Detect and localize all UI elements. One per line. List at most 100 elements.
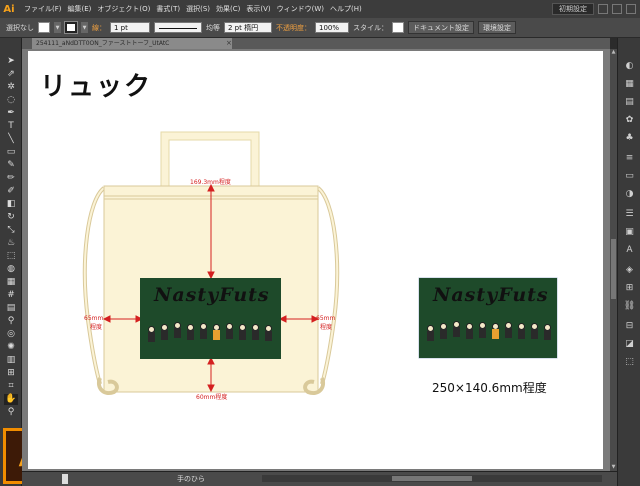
- stroke-swatch[interactable]: [64, 21, 78, 34]
- perspective-grid-icon[interactable]: ▦: [4, 277, 18, 288]
- brushes-panel-icon[interactable]: ✿: [623, 114, 636, 126]
- close-icon[interactable]: ×: [226, 39, 234, 47]
- dimension-right-suffix: 程度: [320, 324, 333, 331]
- control-bar: 選択なし ▼ ▼ 線： 1 pt 均等 2 pt 楕円 不透明度： 100% ス…: [0, 18, 640, 38]
- menu-edit[interactable]: 編集(E): [68, 4, 92, 14]
- print-size-caption: 250×140.6mm程度: [432, 381, 547, 395]
- close-button[interactable]: [626, 4, 636, 14]
- selection-status: 選択なし: [6, 23, 34, 32]
- opacity-label[interactable]: 不透明度：: [276, 23, 311, 33]
- character-figure: [226, 323, 233, 339]
- free-transform-icon[interactable]: ⬚: [4, 251, 18, 262]
- pathfinder-panel-icon[interactable]: ◪: [623, 338, 636, 350]
- slice-tool-icon[interactable]: ⌗: [4, 381, 18, 392]
- transform-panel-icon[interactable]: ⬚: [623, 356, 636, 368]
- maximize-button[interactable]: [612, 4, 622, 14]
- character-figure: [440, 323, 447, 339]
- stroke-label[interactable]: 線：: [92, 23, 106, 33]
- variable-width-profile[interactable]: [154, 22, 202, 33]
- warp-icon[interactable]: ♨: [4, 238, 18, 249]
- minimize-button[interactable]: [598, 4, 608, 14]
- paintbrush-icon[interactable]: ✎: [4, 160, 18, 171]
- transparency-panel-icon[interactable]: ◑: [623, 188, 636, 200]
- artboards-panel-icon[interactable]: ⊞: [623, 282, 636, 294]
- artboard[interactable]: [28, 51, 603, 469]
- document-tab[interactable]: 254111_aNdDTT0ON_ファーストトーフ_UtAtC: [32, 38, 232, 49]
- preferences-button[interactable]: 環境設定: [478, 21, 516, 34]
- zoom-tool-icon[interactable]: ⚲: [4, 407, 18, 418]
- graph-tool-icon[interactable]: ▥: [4, 355, 18, 366]
- character-figure: [174, 322, 181, 338]
- graphic-styles-icon[interactable]: ▣: [623, 226, 636, 238]
- current-tool-status: 手のひら: [177, 475, 205, 483]
- rotate-icon[interactable]: ↻: [4, 212, 18, 223]
- align-panel-icon[interactable]: ⊟: [623, 320, 636, 332]
- color-guide-icon[interactable]: ▦: [623, 78, 636, 90]
- scroll-up-icon[interactable]: ▲: [610, 49, 617, 56]
- selection-tool-icon[interactable]: ➤: [4, 56, 18, 67]
- chevron-down-icon[interactable]: ▼: [81, 22, 88, 33]
- character-figure: [213, 324, 220, 340]
- horizontal-scrollbar[interactable]: [262, 475, 602, 482]
- type-tool-icon[interactable]: T: [4, 121, 18, 132]
- blend-icon[interactable]: ◎: [4, 329, 18, 340]
- lasso-icon[interactable]: ◌: [4, 95, 18, 106]
- pen-tool-icon[interactable]: ✒: [4, 108, 18, 119]
- vertical-scrollbar[interactable]: ▲ ▼: [610, 49, 617, 471]
- gradient-icon[interactable]: ▤: [4, 303, 18, 314]
- menu-bar: Ai ファイル(F) 編集(E) オブジェクト(O) 書式(T) 選択(S) 効…: [0, 0, 640, 18]
- menu-type[interactable]: 書式(T): [156, 4, 180, 14]
- artwork-title: リュック: [40, 72, 153, 102]
- swatches-panel-icon[interactable]: ▤: [623, 96, 636, 108]
- line-tool-icon[interactable]: ╲: [4, 134, 18, 145]
- scale-icon[interactable]: ⤡: [4, 225, 18, 236]
- stroke-panel-icon[interactable]: ≡: [623, 152, 636, 164]
- direct-selection-tool-icon[interactable]: ⇗: [4, 69, 18, 80]
- stroke-weight-input[interactable]: 1 pt: [110, 22, 150, 33]
- document-setup-button[interactable]: ドキュメント設定: [408, 21, 474, 34]
- tools-panel: ➤ ⇗ ✲ ◌ ✒ T ╲ ▭ ✎ ✏ ✐ ◧ ↻ ⤡ ♨ ⬚ ◍ ▦ # ▤ …: [0, 38, 22, 486]
- shape-builder-icon[interactable]: ◍: [4, 264, 18, 275]
- rectangle-tool-icon[interactable]: ▭: [4, 147, 18, 158]
- character-figure: [239, 324, 246, 340]
- profile-label: 均等: [206, 23, 220, 32]
- status-bar: 手のひら: [22, 471, 617, 486]
- magic-wand-icon[interactable]: ✲: [4, 82, 18, 93]
- graphic-style-swatch[interactable]: [392, 22, 404, 33]
- character-figure: [161, 324, 168, 340]
- fill-swatch[interactable]: [38, 22, 50, 33]
- scrollbar-thumb[interactable]: [611, 239, 616, 299]
- zoom-level[interactable]: [62, 474, 68, 484]
- brush-definition[interactable]: 2 pt 楕円: [224, 22, 272, 33]
- links-panel-icon[interactable]: ⛓: [623, 300, 636, 312]
- menu-help[interactable]: ヘルプ(H): [330, 4, 362, 14]
- opacity-input[interactable]: 100%: [315, 22, 349, 33]
- mesh-icon[interactable]: #: [4, 290, 18, 301]
- color-panel-icon[interactable]: ◐: [623, 60, 636, 72]
- menu-select[interactable]: 選択(S): [186, 4, 210, 14]
- scroll-down-icon[interactable]: ▼: [610, 464, 617, 471]
- symbols-panel-icon[interactable]: ♣: [623, 132, 636, 144]
- eraser-icon[interactable]: ◧: [4, 199, 18, 210]
- chevron-down-icon[interactable]: ▼: [54, 22, 61, 33]
- scrollbar-thumb[interactable]: [392, 476, 472, 481]
- eyedropper-icon[interactable]: ⚲: [4, 316, 18, 327]
- menu-object[interactable]: オブジェクト(O): [97, 4, 150, 14]
- pencil-icon[interactable]: ✏: [4, 173, 18, 184]
- character-panel-icon[interactable]: A: [623, 244, 636, 256]
- menu-file[interactable]: ファイル(F): [24, 4, 62, 14]
- app-logo: Ai: [3, 3, 15, 15]
- appearance-panel-icon[interactable]: ☰: [623, 208, 636, 220]
- menu-view[interactable]: 表示(V): [246, 4, 270, 14]
- symbol-sprayer-icon[interactable]: ✺: [4, 342, 18, 353]
- print-area-on-bag[interactable]: NastyFuts: [140, 278, 281, 359]
- gradient-panel-icon[interactable]: ▭: [623, 170, 636, 182]
- hand-tool-icon[interactable]: ✋: [4, 394, 18, 405]
- workspace-switcher[interactable]: 初期設定: [552, 3, 594, 15]
- menu-window[interactable]: ウィンドウ(W): [277, 4, 324, 14]
- layers-panel-icon[interactable]: ◈: [623, 264, 636, 276]
- blob-brush-icon[interactable]: ✐: [4, 186, 18, 197]
- print-artwork-standalone[interactable]: NastyFuts: [419, 278, 557, 358]
- menu-effect[interactable]: 効果(C): [216, 4, 240, 14]
- artboard-tool-icon[interactable]: ⊞: [4, 368, 18, 379]
